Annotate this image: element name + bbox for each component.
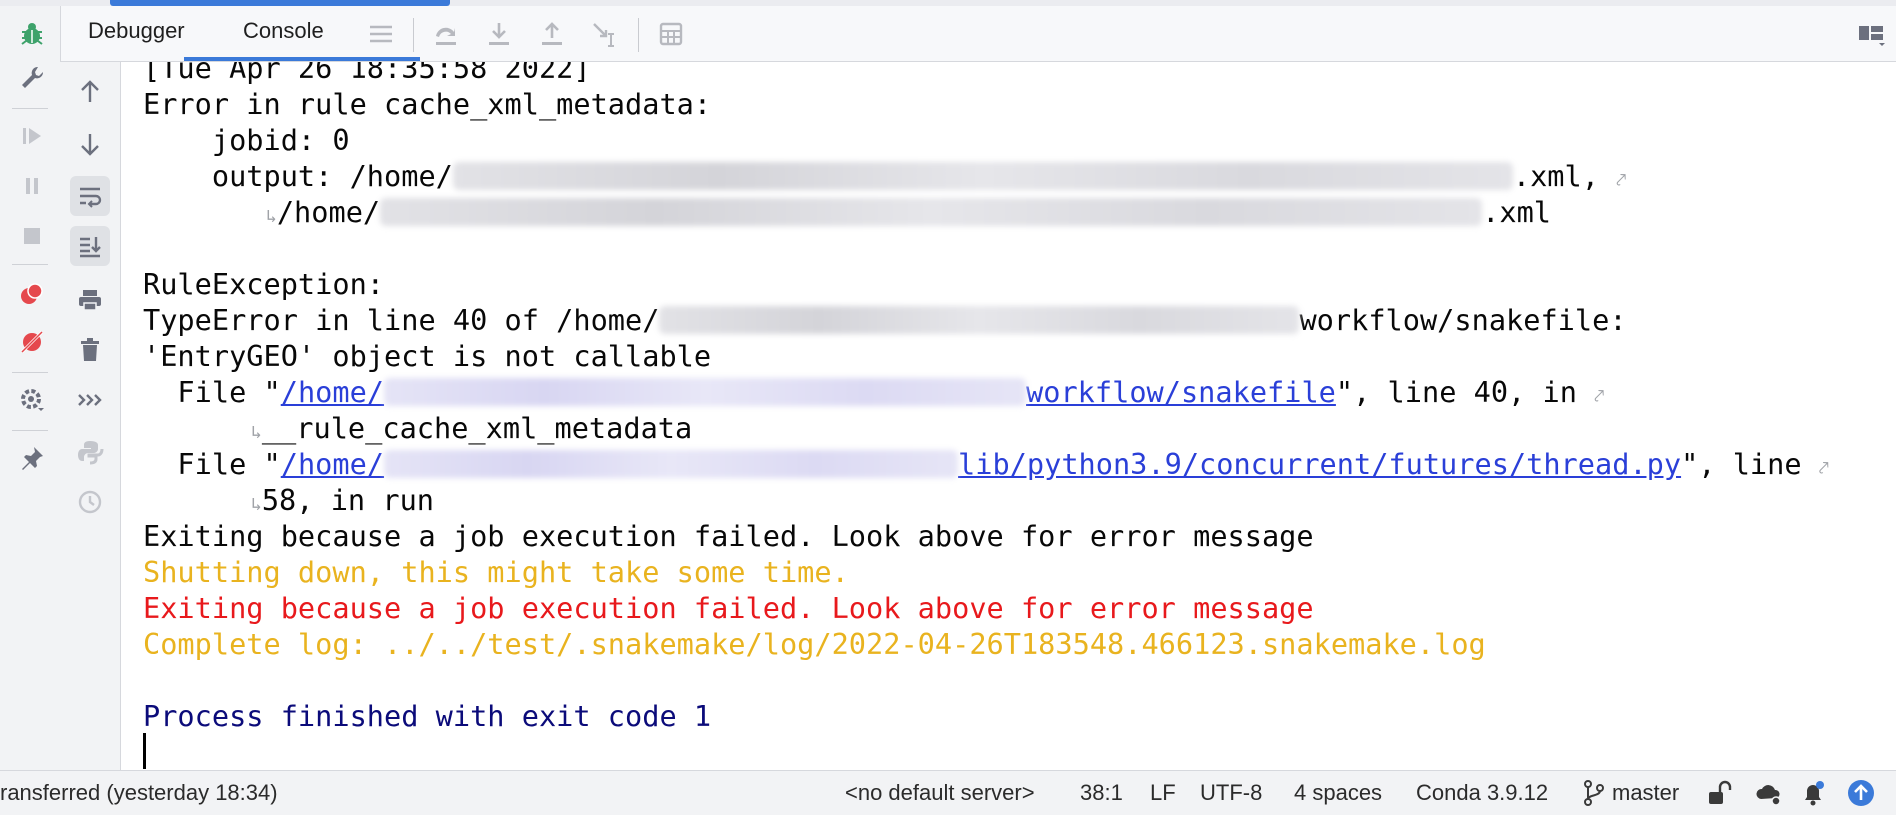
console-line: File "/home/lib/python3.9/concurrent/fut…: [143, 447, 1829, 481]
traceback-link[interactable]: /home/workflow/snakefile: [281, 375, 1336, 409]
evaluate-expression-icon[interactable]: [651, 14, 691, 54]
console-line: RuleException:: [143, 267, 385, 301]
soft-wrap-icon[interactable]: [70, 176, 110, 216]
step-out-icon[interactable]: [532, 14, 572, 54]
debug-tab-bar: Debugger Console: [61, 6, 1896, 62]
process-exit-line: Process finished with exit code 1: [143, 699, 712, 733]
resume-icon[interactable]: [12, 116, 52, 156]
arrow-down-icon[interactable]: [70, 124, 110, 164]
console-line: 'EntryGEO' object is not callable: [143, 339, 712, 373]
notifications-bell-icon[interactable]: [1797, 777, 1829, 809]
soft-wrap-icon: ⤤: [1616, 170, 1627, 191]
toolbar-separator: [413, 18, 414, 52]
console-line: jobid: 0: [143, 123, 350, 157]
pause-icon[interactable]: [12, 166, 52, 206]
python-interpreter[interactable]: Conda 3.9.12: [1416, 780, 1548, 806]
console-line: [Tue Apr 26 18:35:58 2022]: [143, 62, 591, 85]
show-execution-point-icon[interactable]: [70, 380, 110, 420]
redacted-path: [659, 306, 1300, 334]
console-line: File "/home/workflow/snakefile", line 40…: [143, 375, 1605, 409]
gear-icon[interactable]: [12, 380, 52, 420]
file-encoding[interactable]: UTF-8: [1200, 780, 1262, 806]
debug-toolwindow-strip: [0, 6, 61, 770]
traceback-link[interactable]: /home/lib/python3.9/concurrent/futures/t…: [281, 447, 1681, 481]
hamburger-menu-icon[interactable]: [361, 14, 401, 54]
trash-icon[interactable]: [70, 330, 110, 370]
status-bar: ransferred (yesterday 18:34) <no default…: [0, 770, 1896, 815]
indent-setting[interactable]: 4 spaces: [1294, 780, 1382, 806]
redacted-path: [380, 198, 1483, 226]
console-line: TypeError in line 40 of /home/workflow/s…: [143, 303, 1627, 337]
active-tab-indicator: [184, 57, 420, 61]
layout-options-icon[interactable]: [1851, 14, 1891, 54]
console-line: output: /home/.xml, ⤤: [143, 159, 1627, 193]
separator: [12, 264, 48, 265]
wrench-icon[interactable]: [12, 58, 52, 98]
separator: [12, 430, 48, 431]
python-console-icon[interactable]: [70, 432, 110, 472]
deployment-server[interactable]: <no default server>: [845, 780, 1035, 806]
line-separator[interactable]: LF: [1150, 780, 1176, 806]
redacted-path: [384, 450, 959, 478]
console-warning-line: Complete log: ../../test/.snakemake/log/…: [143, 627, 1486, 661]
step-into-icon[interactable]: [479, 14, 519, 54]
transfer-status[interactable]: ransferred (yesterday 18:34): [0, 780, 278, 806]
bug-icon[interactable]: [12, 14, 52, 54]
console-line: ↳58, in run: [251, 483, 434, 517]
console-error-line: Exiting because a job execution failed. …: [143, 591, 1314, 625]
wrap-continuation-icon: ↳: [251, 422, 262, 443]
toolbar-separator: [638, 18, 639, 52]
soft-wrap-icon: ⤤: [1594, 386, 1605, 407]
arrow-up-icon[interactable]: [70, 72, 110, 112]
wrap-continuation-icon: ↳: [266, 206, 277, 227]
run-to-cursor-icon[interactable]: [585, 14, 625, 54]
view-breakpoints-icon[interactable]: [12, 274, 52, 314]
soft-wrap-icon: ⤤: [1818, 458, 1829, 479]
print-icon[interactable]: [70, 280, 110, 320]
console-line: ↳__rule_cache_xml_metadata: [251, 411, 693, 445]
pin-icon[interactable]: [12, 438, 52, 478]
redacted-path: [384, 378, 1027, 406]
step-over-icon[interactable]: [426, 14, 466, 54]
console-actions-strip: [60, 62, 121, 770]
git-branch-icon[interactable]: [1578, 777, 1610, 809]
separator: [12, 108, 48, 109]
unlock-icon[interactable]: [1703, 777, 1735, 809]
clock-icon[interactable]: [70, 482, 110, 522]
tab-console[interactable]: Console: [243, 18, 324, 44]
git-branch[interactable]: master: [1612, 780, 1679, 806]
stop-icon[interactable]: [12, 216, 52, 256]
console-line: ↳/home/.xml: [266, 195, 1552, 229]
caret-position[interactable]: 38:1: [1080, 780, 1123, 806]
text-cursor: [143, 733, 146, 769]
console-output[interactable]: [Tue Apr 26 18:35:58 2022] Error in rule…: [121, 62, 1896, 770]
update-available-icon[interactable]: [1845, 777, 1877, 809]
scroll-to-end-icon[interactable]: [70, 226, 110, 266]
tab-debugger[interactable]: Debugger: [88, 18, 185, 44]
wrap-continuation-icon: ↳: [251, 494, 262, 515]
console-line: Error in rule cache_xml_metadata:: [143, 87, 712, 121]
console-warning-line: Shutting down, this might take some time…: [143, 555, 849, 589]
separator: [12, 372, 48, 373]
redacted-path: [452, 162, 1513, 190]
console-line: Exiting because a job execution failed. …: [143, 519, 1314, 553]
cloud-settings-icon[interactable]: [1752, 777, 1784, 809]
mute-breakpoints-icon[interactable]: [12, 322, 52, 362]
